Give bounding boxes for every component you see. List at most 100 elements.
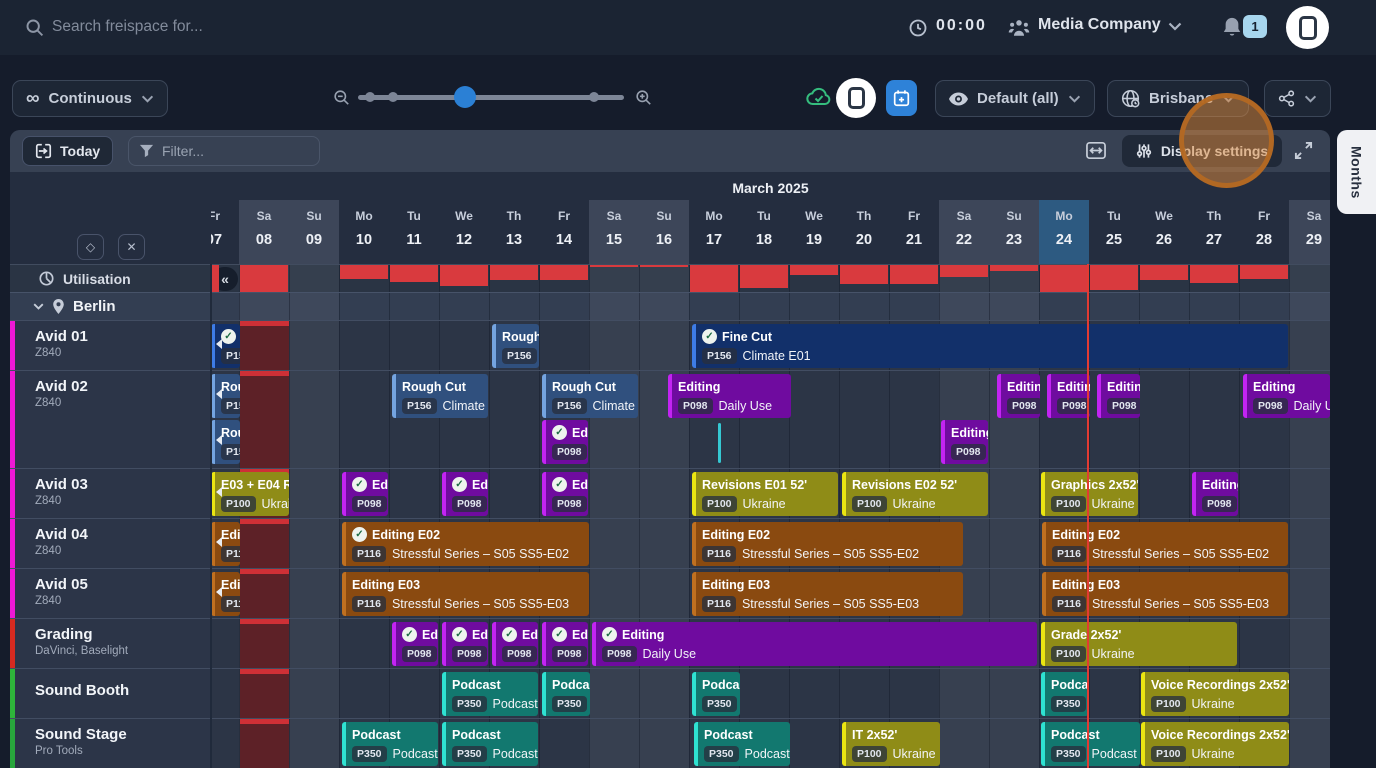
event-block[interactable]: EditingP098 — [997, 374, 1040, 418]
event-block[interactable]: ✓P156 — [211, 324, 240, 368]
event-block[interactable]: ✓EditingP098 — [442, 472, 488, 516]
zoom-out-icon[interactable] — [332, 88, 351, 107]
event-block[interactable]: ✓EditingP098 — [442, 622, 488, 666]
event-block[interactable]: PodcastP350 — [692, 672, 740, 716]
event-block[interactable]: Editing E02P116Stressful Series – S05 SS… — [1042, 522, 1288, 566]
event-block[interactable]: E03 + E04 RevisionsP100Ukraine — [211, 472, 289, 516]
event-block[interactable]: ✓Fine CutP156Climate E01 — [692, 324, 1288, 368]
event-block[interactable]: Editing E02P116 — [211, 522, 240, 566]
day-header-cell[interactable]: Sa22 — [939, 200, 989, 264]
event-block[interactable]: Editing E03P116 — [211, 572, 240, 616]
event-block[interactable]: ✓EditingP098 — [542, 472, 588, 516]
event-block[interactable]: EditingP098 — [1097, 374, 1140, 418]
fullscreen-icon[interactable] — [1294, 141, 1313, 160]
event-block[interactable]: EditingP098Daily Use — [668, 374, 791, 418]
event-block[interactable]: Editing E02P116Stressful Series – S05 SS… — [692, 522, 963, 566]
event-block[interactable]: PodcastP350Podcast — [694, 722, 790, 766]
day-header-cell[interactable]: We26 — [1139, 200, 1189, 264]
event-block[interactable]: PodcastP350 — [1041, 672, 1089, 716]
event-block[interactable]: PodcastP350Podcast — [342, 722, 438, 766]
day-header-cell[interactable]: Su23 — [989, 200, 1039, 264]
day-header-cell[interactable]: Tu18 — [739, 200, 789, 264]
display-settings-button[interactable]: Display settings — [1122, 135, 1282, 167]
day-header-cell[interactable]: Sa08 — [239, 200, 289, 264]
day-header-cell[interactable]: Sa29 — [1289, 200, 1330, 264]
event-block[interactable]: PodcastP350Podcast — [1041, 722, 1140, 766]
event-block[interactable]: ✓EditingP098 — [542, 622, 588, 666]
event-block[interactable]: Rough CutP156 — [492, 324, 539, 368]
resource-row-header[interactable]: Avid 03Z840 — [10, 469, 211, 518]
event-block[interactable]: Editing E03P116Stressful Series – S05 SS… — [342, 572, 589, 616]
group-row-berlin[interactable]: Berlin — [10, 292, 1330, 320]
calendar-filter-dropdown[interactable]: Default (all) — [935, 80, 1095, 117]
day-header-cell[interactable]: Th13 — [489, 200, 539, 264]
event-block[interactable]: Revisions E02 52'P100Ukraine — [842, 472, 988, 516]
event-block[interactable]: PodcastP350 — [542, 672, 590, 716]
day-header-cell[interactable]: We19 — [789, 200, 839, 264]
event-block[interactable]: IT 2x52'P100Ukraine — [842, 722, 940, 766]
user-avatar[interactable] — [1286, 6, 1329, 49]
event-block[interactable]: Editing E03P116Stressful Series – S05 SS… — [692, 572, 963, 616]
event-block[interactable]: Voice Recordings 2x52'P100Ukraine — [1141, 722, 1289, 766]
event-block[interactable]: ✓EditingP098 — [342, 472, 388, 516]
resource-row-header[interactable]: Sound Booth — [10, 669, 211, 718]
day-header-cell[interactable]: Su16 — [639, 200, 689, 264]
calendar-add-button[interactable] — [886, 80, 917, 116]
filter-field[interactable] — [128, 136, 320, 166]
fit-width-icon[interactable] — [1085, 141, 1107, 160]
notifications-bell-icon[interactable] — [1222, 16, 1242, 38]
day-header-cell[interactable]: Sa15 — [589, 200, 639, 264]
day-header-cell[interactable]: Th20 — [839, 200, 889, 264]
tab-months[interactable]: Months — [1337, 130, 1376, 214]
event-block[interactable]: ✓EditingP098 — [392, 622, 438, 666]
event-block[interactable]: Graphics 2x52'P100Ukraine — [1041, 472, 1138, 516]
event-block[interactable]: Rough CutP156 — [211, 420, 240, 464]
event-block[interactable]: EditingP098Daily Use — [1243, 374, 1330, 418]
event-block[interactable]: EditingP098 — [941, 420, 988, 464]
day-header-cell[interactable]: Th27 — [1189, 200, 1239, 264]
day-header-cell[interactable]: Su09 — [289, 200, 339, 264]
event-block[interactable]: Editing E03P116Stressful Series – S05 SS… — [1042, 572, 1288, 616]
event-block[interactable]: ✓Editing E02P116Stressful Series – S05 S… — [342, 522, 589, 566]
event-block[interactable]: ✓EditingP098 — [492, 622, 538, 666]
resource-row-header[interactable]: Sound StagePro Tools — [10, 719, 211, 768]
sort-resources-button[interactable]: ◇ — [77, 234, 104, 260]
timezone-dropdown[interactable]: Brisbane — [1107, 80, 1249, 117]
day-header-cell[interactable]: Fr14 — [539, 200, 589, 264]
resource-row-header[interactable]: GradingDaVinci, Baselight — [10, 619, 211, 668]
day-header-cell[interactable]: Tu25 — [1089, 200, 1139, 264]
user-avatar-small[interactable] — [836, 78, 876, 118]
workspace-name[interactable]: Media Company — [1038, 16, 1161, 34]
slider-thumb[interactable] — [454, 86, 476, 108]
event-block[interactable]: EditingP098 — [1192, 472, 1238, 516]
event-block[interactable]: EditingP098 — [1047, 374, 1090, 418]
share-dropdown[interactable] — [1264, 80, 1331, 117]
event-block[interactable]: Rough CutP156Climate — [542, 374, 638, 418]
notification-count-badge[interactable]: 1 — [1243, 15, 1267, 38]
timeline-zoom-slider[interactable] — [358, 95, 624, 100]
day-header-cell[interactable]: Fr21 — [889, 200, 939, 264]
event-block[interactable]: Rough CutP156Climate — [392, 374, 488, 418]
day-header-cell[interactable]: Tu11 — [389, 200, 439, 264]
event-block[interactable]: Revisions E01 52'P100Ukraine — [692, 472, 838, 516]
event-block[interactable]: Grade 2x52'P100Ukraine — [1041, 622, 1237, 666]
filter-input[interactable] — [162, 143, 343, 159]
event-block[interactable]: Voice Recordings 2x52'P100Ukraine — [1141, 672, 1289, 716]
event-block[interactable]: PodcastP350Podcast — [442, 722, 538, 766]
event-block[interactable]: ✓EditingP098 — [542, 420, 588, 464]
day-header-cell[interactable]: Fr07 — [211, 200, 239, 264]
day-header-cell[interactable]: Mo10 — [339, 200, 389, 264]
resource-row-header[interactable]: Avid 02Z840 — [10, 371, 211, 468]
clear-selection-button[interactable]: ✕ — [118, 234, 145, 260]
resource-row-header[interactable]: Avid 01Z840 — [10, 321, 211, 370]
event-block[interactable]: PodcastP350Podcast — [442, 672, 538, 716]
view-mode-dropdown[interactable]: ∞ Continuous — [12, 80, 168, 117]
day-header-cell[interactable]: Mo17 — [689, 200, 739, 264]
day-header-cell[interactable]: Fr28 — [1239, 200, 1289, 264]
event-block[interactable]: Rough CutP156 — [211, 374, 240, 418]
event-block[interactable]: ✓EditingP098Daily Use — [592, 622, 1037, 666]
resource-row-header[interactable]: Avid 05Z840 — [10, 569, 211, 618]
day-header-cell[interactable]: Mo24 — [1039, 200, 1089, 264]
day-header-cell[interactable]: We12 — [439, 200, 489, 264]
today-button[interactable]: Today — [22, 136, 113, 166]
